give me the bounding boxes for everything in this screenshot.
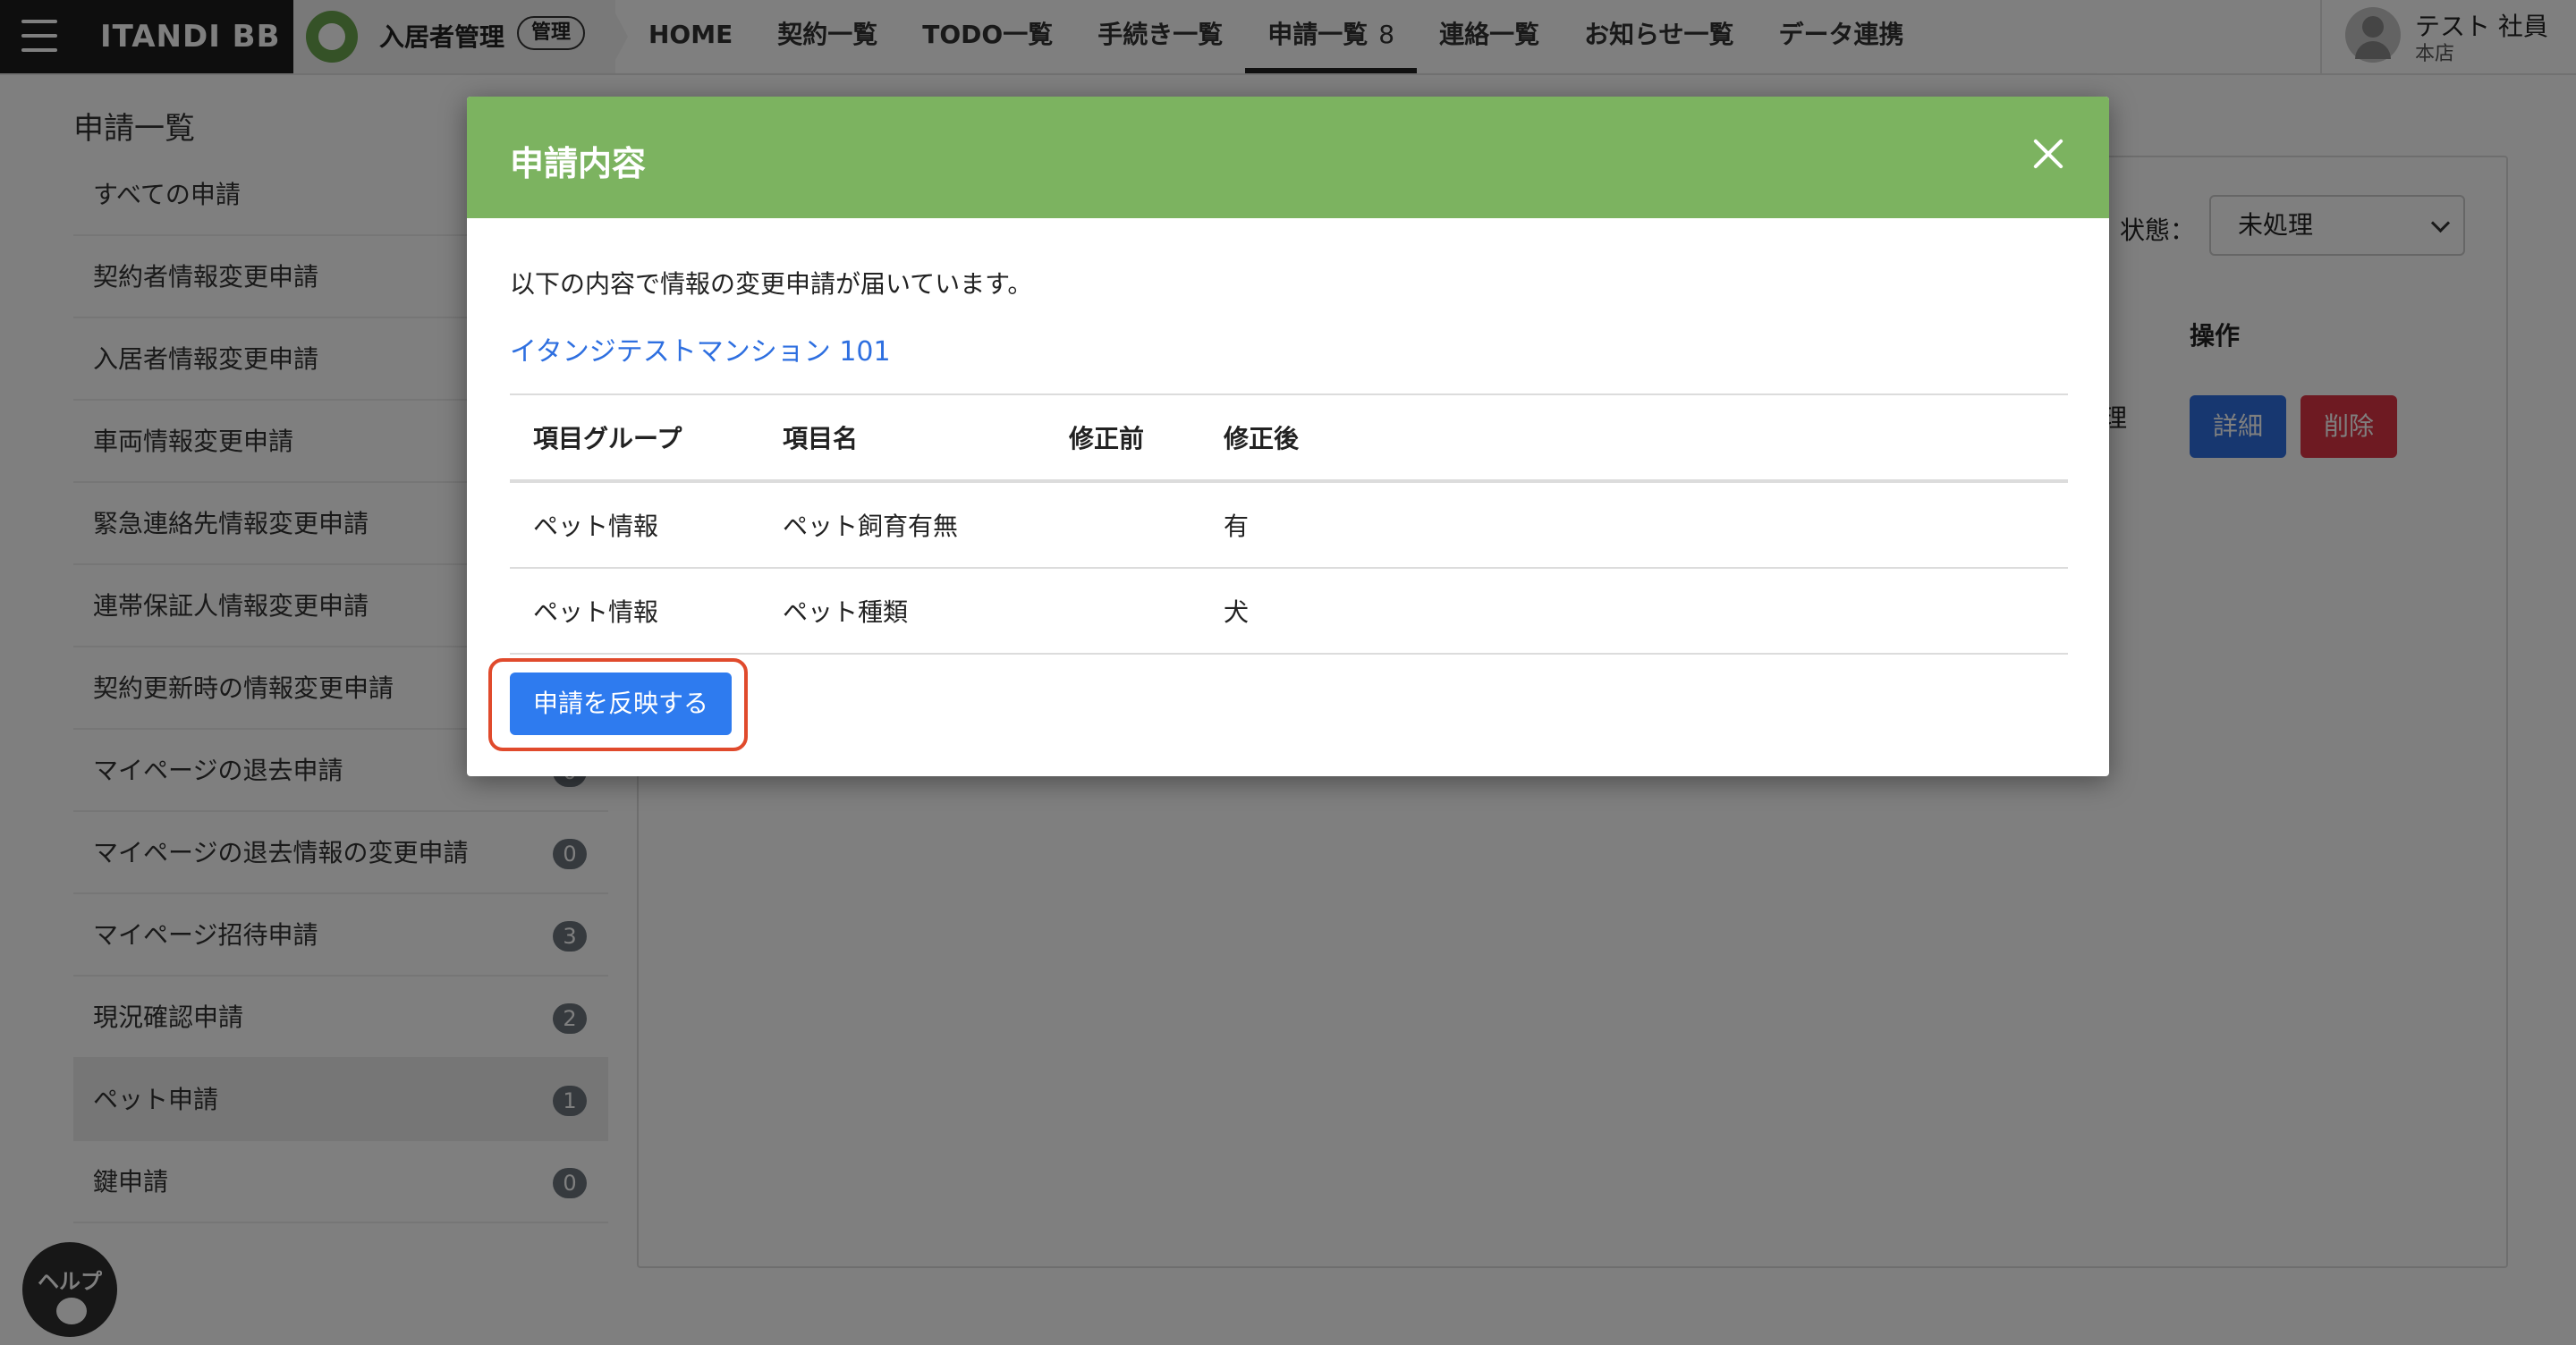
table-cell: ペット飼育有無 (759, 481, 1046, 569)
table-header-row: 項目グループ 項目名 修正前 修正後 (510, 393, 2068, 483)
close-icon[interactable] (2030, 136, 2066, 172)
table-row: ペット情報 ペット飼育有無 有 (510, 481, 2068, 569)
change-details-table: 項目グループ 項目名 修正前 修正後 ペット情報 ペット飼育有無 有 ペット情報… (510, 393, 2068, 655)
table-cell: ペット情報 (510, 481, 759, 569)
modal-description: 以下の内容で情報の変更申請が届いています。 (510, 269, 1033, 299)
column-header: 修正前 (1046, 393, 1200, 483)
modal-title: 申請内容 (510, 144, 647, 183)
table-cell: 有 (1200, 481, 2068, 569)
apply-request-button[interactable]: 申請を反映する (510, 672, 732, 735)
table-row: ペット情報 ペット種類 犬 (510, 568, 2068, 655)
column-header: 項目名 (759, 393, 1046, 483)
application-detail-modal: 申請内容 以下の内容で情報の変更申請が届いています。 イタンジテストマンション … (467, 97, 2109, 776)
table-cell: 犬 (1200, 568, 2068, 655)
modal-header: 申請内容 (467, 97, 2109, 218)
table-cell: ペット種類 (759, 568, 1046, 655)
column-header: 項目グループ (510, 393, 759, 483)
property-link[interactable]: イタンジテストマンション 101 (510, 329, 891, 368)
column-header: 修正後 (1200, 393, 2068, 483)
table-cell (1046, 568, 1200, 655)
table-cell (1046, 481, 1200, 569)
table-cell: ペット情報 (510, 568, 759, 655)
